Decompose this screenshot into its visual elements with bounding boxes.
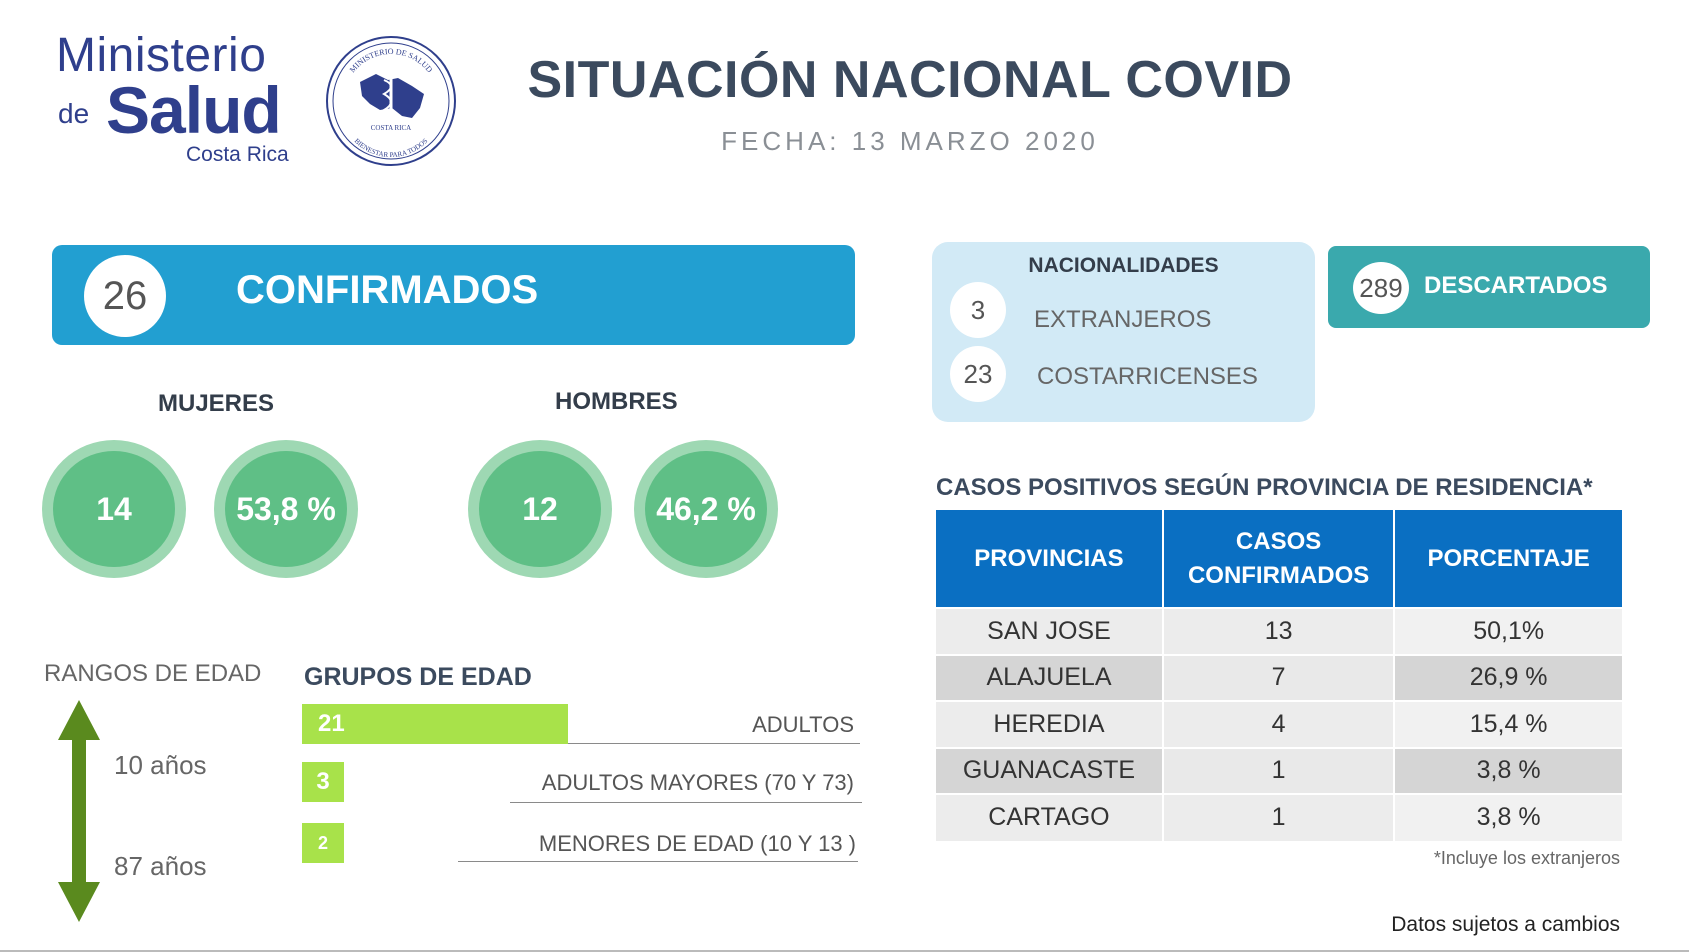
table-cell: 26,9 % xyxy=(1394,653,1622,701)
age-group-label-mayores: ADULTOS MAYORES (70 Y 73) xyxy=(541,770,854,795)
table-cell: 3,8 % xyxy=(1394,746,1622,794)
women-percent: 53,8 % xyxy=(225,451,347,567)
age-group-divider xyxy=(510,802,862,803)
table-cell: 15,4 % xyxy=(1394,700,1622,748)
age-group-count: 3 xyxy=(316,768,330,795)
table-cell: 3,8 % xyxy=(1394,793,1622,841)
report-date: FECHA: 13 MARZO 2020 xyxy=(721,126,1099,156)
age-group-bar-menores: 2 xyxy=(302,823,344,863)
table-cell: ALAJUELA xyxy=(936,653,1164,701)
provincias-table-title: CASOS POSITIVOS SEGÚN PROVINCIA DE RESID… xyxy=(936,474,1593,501)
women-count: 14 xyxy=(53,451,175,567)
logo-country: Costa Rica xyxy=(186,143,289,166)
table-row: CARTAGO 1 3,8 % xyxy=(936,793,1622,841)
table-cell: 1 xyxy=(1162,793,1396,841)
age-group-divider xyxy=(458,861,858,862)
table-footnote: *Incluye los extranjeros xyxy=(1433,848,1620,868)
table-row: ALAJUELA 7 26,9 % xyxy=(936,653,1622,701)
age-group-divider xyxy=(568,743,860,744)
table-row: GUANACASTE 1 3,8 % xyxy=(936,746,1622,794)
table-cell: 50,1% xyxy=(1394,607,1622,655)
table-cell: 1 xyxy=(1162,746,1396,794)
costarricenses-count: 23 xyxy=(950,346,1006,402)
age-group-bar-adultos: 21 xyxy=(302,704,568,744)
extranjeros-count: 3 xyxy=(950,282,1006,338)
table-cell: SAN JOSE xyxy=(936,607,1164,655)
col-header-casos: CASOS CONFIRMADOS xyxy=(1162,510,1396,608)
women-label: MUJERES xyxy=(158,390,275,417)
disclaimer: Datos sujetos a cambios xyxy=(1391,913,1620,936)
age-group-bar-mayores: 3 xyxy=(302,762,344,802)
logo-salud: Salud xyxy=(106,73,282,147)
age-range-arrow-icon xyxy=(58,700,100,922)
logo-de: de xyxy=(58,98,90,129)
women-count-ring: 14 xyxy=(42,440,186,578)
table-cell: CARTAGO xyxy=(936,793,1164,841)
women-percent-ring: 53,8 % xyxy=(214,440,358,578)
table-cell: 7 xyxy=(1162,653,1396,701)
men-count: 12 xyxy=(479,451,601,567)
table-cell: 13 xyxy=(1162,607,1396,655)
descartados-count: 289 xyxy=(1353,262,1409,314)
table-row: HEREDIA 4 15,4 % xyxy=(936,700,1622,748)
age-group-count: 21 xyxy=(318,710,345,737)
age-min: 10 años xyxy=(114,750,207,780)
men-percent: 46,2 % xyxy=(645,451,767,567)
men-count-ring: 12 xyxy=(468,440,612,578)
costarricenses-label: COSTARRICENSES xyxy=(1037,363,1258,390)
confirmados-count: 26 xyxy=(84,255,166,337)
col-header-porcentaje: PORCENTAJE xyxy=(1394,510,1622,608)
ministry-logo: Ministerio de Salud Costa Rica xyxy=(56,28,316,168)
table-cell: 4 xyxy=(1162,700,1396,748)
age-group-label-adultos: ADULTOS xyxy=(752,712,854,737)
table-header-row: PROVINCIAS CASOS CONFIRMADOS PORCENTAJE xyxy=(936,510,1622,608)
age-group-count: 2 xyxy=(317,832,328,853)
age-group-label-menores: MENORES DE EDAD (10 Y 13 ) xyxy=(538,831,856,856)
confirmados-label: CONFIRMADOS xyxy=(236,268,539,312)
extranjeros-label: EXTRANJEROS xyxy=(1034,306,1212,333)
men-label: HOMBRES xyxy=(555,388,678,415)
table-row: SAN JOSE 13 50,1% xyxy=(936,607,1622,655)
col-header-provincias: PROVINCIAS xyxy=(936,510,1164,608)
provincias-table: PROVINCIAS CASOS CONFIRMADOS PORCENTAJE … xyxy=(936,510,1622,841)
page-title: SITUACIÓN NACIONAL COVID xyxy=(527,51,1293,109)
men-percent-ring: 46,2 % xyxy=(634,440,778,578)
age-ranges-label: RANGOS DE EDAD xyxy=(44,660,262,687)
table-cell: HEREDIA xyxy=(936,700,1164,748)
nacionalidades-title: NACIONALIDADES xyxy=(1028,254,1219,277)
table-cell: GUANACASTE xyxy=(936,746,1164,794)
age-max: 87 años xyxy=(114,851,207,881)
age-groups-title: GRUPOS DE EDAD xyxy=(304,663,532,691)
descartados-label: DESCARTADOS xyxy=(1424,272,1608,299)
